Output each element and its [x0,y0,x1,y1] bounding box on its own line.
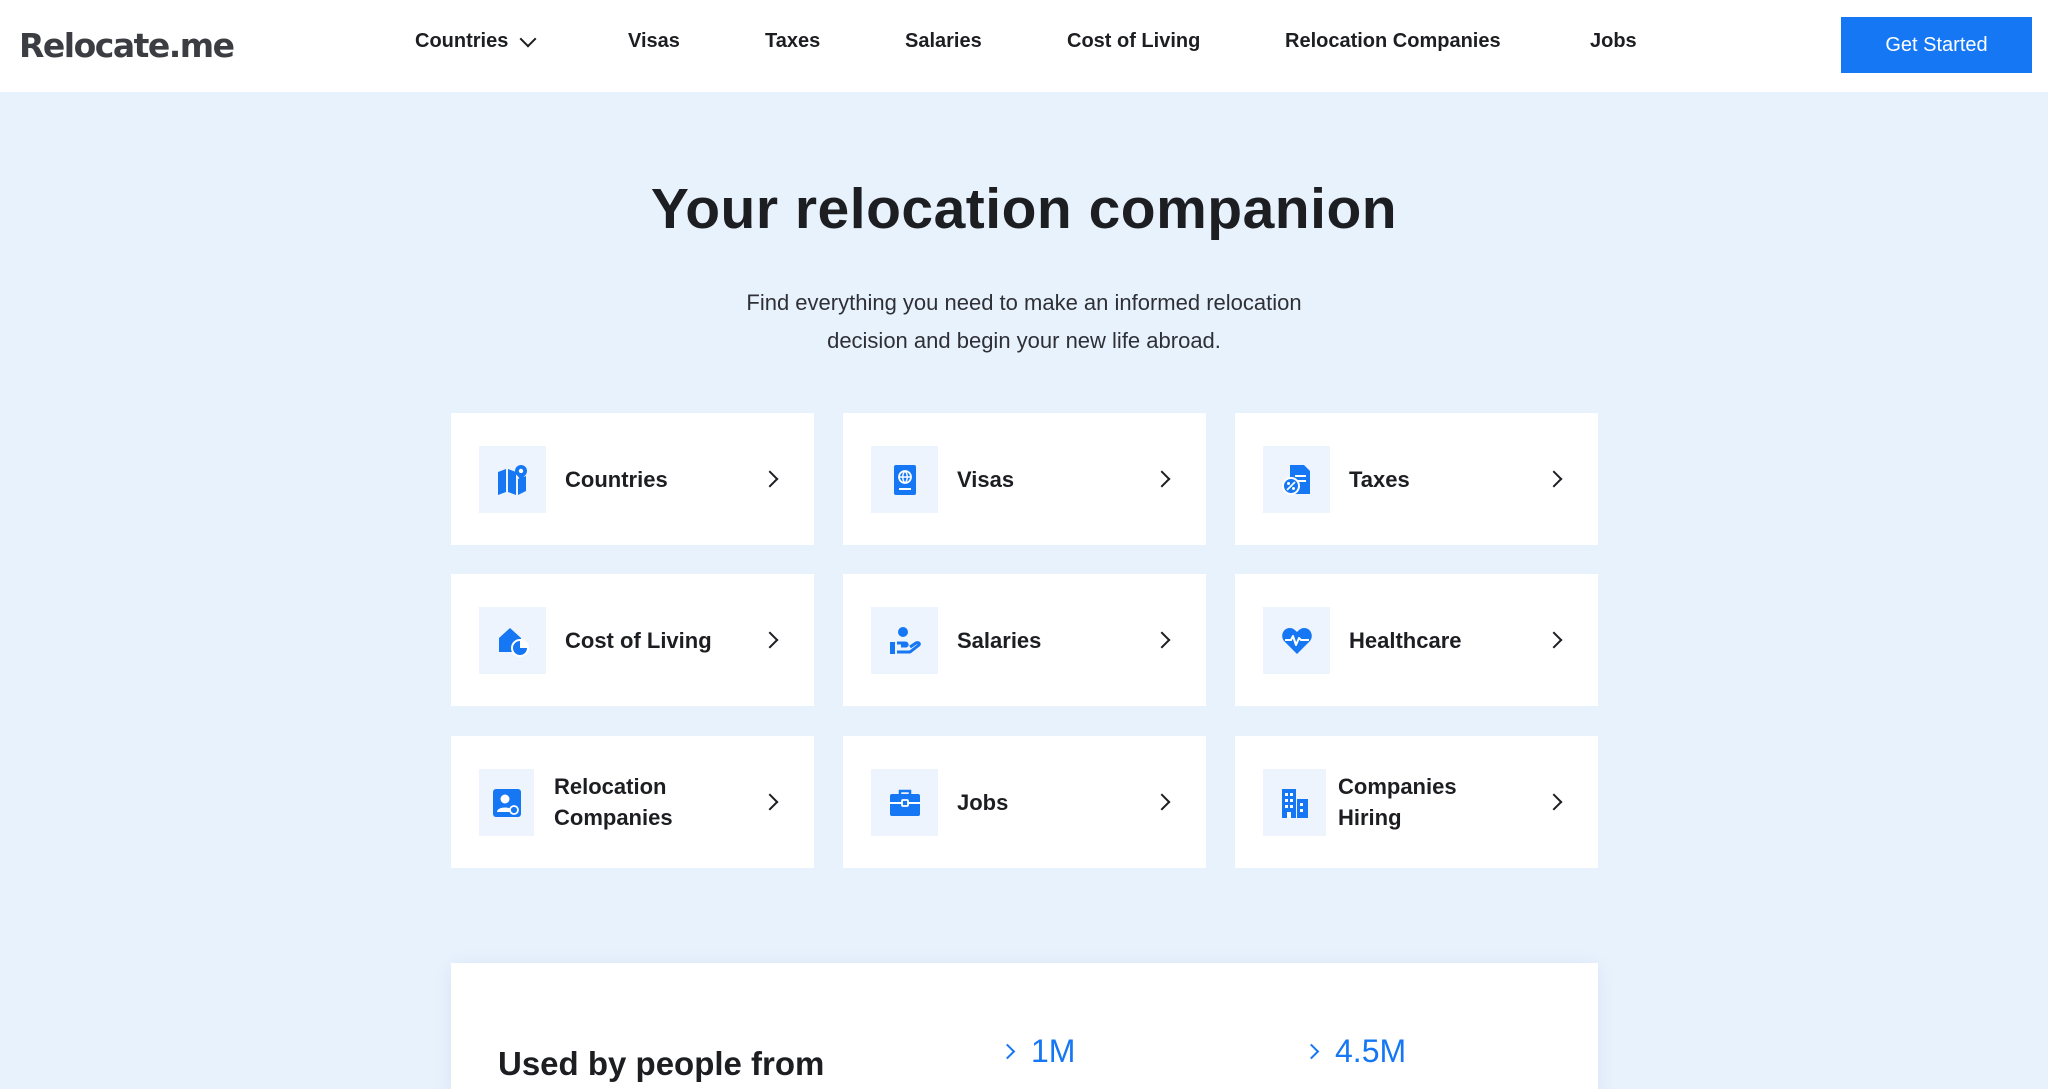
nav-item-visas[interactable]: Visas [628,30,680,53]
stats-section: Used by people from 1M 4.5M [451,963,1598,1089]
card-countries[interactable]: Countries [451,413,814,545]
nav-item-countries[interactable]: Countries [415,30,537,53]
hero-subtitle-line: decision and begin your new life abroad. [827,328,1221,353]
id-badge-icon [479,769,534,836]
card-label: Jobs [957,789,1009,815]
chevron-down-icon [519,30,537,47]
nav-item-label: Countries [415,30,509,52]
card-label: Companies Hiring [1338,774,1457,830]
card-jobs[interactable]: Jobs [843,736,1206,868]
heart-pulse-icon [1263,607,1330,674]
chevron-right-icon [999,1043,1016,1060]
chevron-right-icon [1303,1043,1320,1060]
card-label: Taxes [1349,466,1410,492]
stats-title: Used by people from [498,1045,825,1082]
nav-item-cost-of-living[interactable]: Cost of Living [1067,30,1200,53]
buildings-icon [1263,769,1326,836]
chevron-right-icon [1153,631,1171,649]
card-companies-hiring[interactable]: Companies Hiring [1235,736,1598,868]
chevron-right-icon [1545,631,1563,649]
nav-item-relocation-companies[interactable]: Relocation Companies [1285,30,1501,53]
nav-item-taxes[interactable]: Taxes [765,30,820,53]
page-title: Your relocation companion [650,177,1398,241]
card-label: Relocation Companies [554,774,673,830]
card-label: Countries [565,466,668,492]
card-cost-of-living[interactable]: Cost of Living [451,574,814,706]
get-started-button[interactable]: Get Started [1841,17,2032,73]
nav-item-salaries[interactable]: Salaries [905,30,982,53]
card-salaries[interactable]: Salaries [843,574,1206,706]
hero-subtitle-line: Find everything you need to make an info… [746,290,1302,315]
briefcase-icon [871,769,938,836]
nav-item-jobs[interactable]: Jobs [1590,30,1637,53]
card-label: Cost of Living [565,627,712,653]
map-pin-icon [479,446,546,513]
card-label: Healthcare [1349,627,1462,653]
hero-subtitle: Find everything you need to make an info… [674,284,1374,360]
stat-item: 4.5M [1303,1033,1407,1070]
chevron-right-icon [1545,793,1563,811]
tax-document-icon [1263,446,1330,513]
passport-icon [871,446,938,513]
stat-item: 1M [999,1033,1076,1070]
logo[interactable]: Relocate.me [19,26,235,65]
site-header: Relocate.me Countries Visas Taxes Salari… [0,0,2048,92]
chevron-right-icon [1545,470,1563,488]
card-label: Salaries [957,627,1042,653]
chevron-right-icon [761,631,779,649]
stat-value: 1M [1031,1033,1076,1069]
card-label: Visas [957,466,1015,492]
chevron-right-icon [761,470,779,488]
chevron-right-icon [1153,470,1171,488]
card-visas[interactable]: Visas [843,413,1206,545]
card-taxes[interactable]: Taxes [1235,413,1598,545]
house-price-icon [479,607,546,674]
chevron-right-icon [1153,793,1171,811]
stat-value: 4.5M [1335,1033,1407,1069]
chevron-right-icon [761,793,779,811]
card-relocation-companies[interactable]: Relocation Companies [451,736,814,868]
card-healthcare[interactable]: Healthcare [1235,574,1598,706]
hand-coin-icon [871,607,938,674]
